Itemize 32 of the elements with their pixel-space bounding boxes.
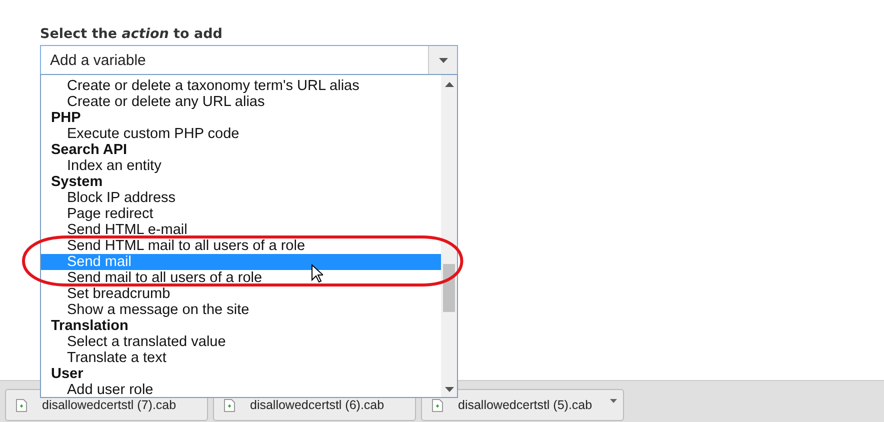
download-item[interactable]: disallowedcertstl (5).cab [421,389,624,421]
dropdown-option[interactable]: Execute custom PHP code [41,126,441,142]
dropdown-option[interactable]: Create or delete a taxonomy term's URL alias [41,78,441,94]
dropdown-option[interactable]: Page redirect [41,206,441,222]
scrollbar-thumb[interactable] [443,264,455,312]
scrollbar[interactable] [441,75,457,397]
caret-icon[interactable] [610,399,617,403]
dropdown-option[interactable]: Translate a text [41,350,441,366]
dropdown-option[interactable]: Block IP address [41,190,441,206]
caret-icon [438,58,448,62]
file-name: disallowedcertstl (6).cab [250,398,386,412]
dropdown-option[interactable]: Set breadcrumb [41,286,441,302]
scroll-up-icon[interactable] [444,82,454,87]
option-group-label: User [50,366,84,382]
file-icon [16,398,27,412]
mouse-cursor-icon [311,264,323,283]
field-label: Select the action to add [40,26,224,44]
option-group-label: System [50,174,104,190]
file-name: disallowedcertstl (7).cab [42,398,178,412]
dropdown-option[interactable]: Show a message on the site [41,302,441,318]
dropdown-option[interactable]: Send mail to all users of a role [41,270,441,286]
action-select[interactable]: Add a variable [40,45,458,75]
option-group-label: Translation [50,318,130,334]
dropdown-option[interactable]: Index an entity [41,158,441,174]
dropdown-option[interactable]: Send HTML mail to all users of a role [41,238,441,254]
option-group-label: PHP [50,110,82,126]
dropdown-option[interactable]: Select a translated value [41,334,441,350]
scroll-down-icon[interactable] [444,387,454,392]
dropdown-option[interactable]: Create or delete any URL alias [41,94,441,110]
dropdown-option[interactable]: Send HTML e-mail [41,222,441,238]
file-name: disallowedcertstl (5).cab [458,398,594,412]
option-group-label: Search API [50,142,128,158]
